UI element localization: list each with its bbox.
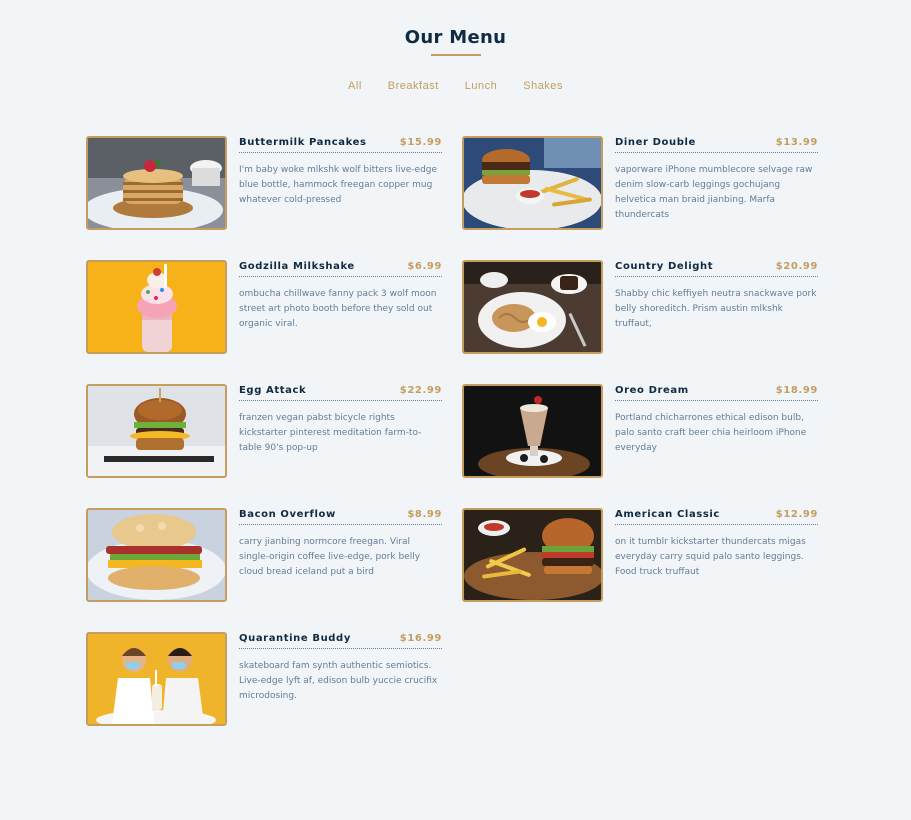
menu-item: Godzilla Milkshake $6.99 ombucha chillwa…: [86, 260, 442, 354]
menu-item-price: $16.99: [399, 633, 442, 644]
menu-item-name: Buttermilk Pancakes: [239, 137, 367, 148]
menu-item: Diner Double $13.99 vaporware iPhone mum…: [462, 136, 818, 230]
menu-item-header: Godzilla Milkshake $6.99: [239, 260, 442, 277]
menu-item-name: Godzilla Milkshake: [239, 261, 355, 272]
egg-burger-photo: [86, 384, 227, 478]
menu-item-name: Egg Attack: [239, 385, 307, 396]
menu-item: Oreo Dream $18.99 Portland chicharrones …: [462, 384, 818, 478]
menu-item-header: Country Delight $20.99: [615, 260, 818, 277]
pancakes-photo: [86, 136, 227, 230]
classic-burger-photo: [462, 508, 603, 602]
menu-item-header: American Classic $12.99: [615, 508, 818, 525]
burger-fries-photo: [462, 136, 603, 230]
menu-item-name: Oreo Dream: [615, 385, 689, 396]
menu-item-info: Country Delight $20.99 Shabby chic keffi…: [615, 260, 818, 341]
menu-item: Quarantine Buddy $16.99 skateboard fam s…: [86, 632, 442, 726]
menu-item-name: Diner Double: [615, 137, 696, 148]
menu-item-description: franzen vegan pabst bicycle rights kicks…: [239, 413, 422, 453]
menu-item-description: carry jianbing normcore freegan. Viral s…: [239, 537, 421, 577]
filter-breakfast-button[interactable]: Breakfast: [375, 79, 452, 93]
menu-item-price: $22.99: [399, 385, 442, 396]
menu-item-info: Oreo Dream $18.99 Portland chicharrones …: [615, 384, 818, 465]
menu-item-name: Country Delight: [615, 261, 714, 272]
title-block: Our Menu: [0, 26, 911, 56]
menu-item: Buttermilk Pancakes $15.99 I'm baby woke…: [86, 136, 442, 230]
menu-item-info: Diner Double $13.99 vaporware iPhone mum…: [615, 136, 818, 232]
menu-item-header: Diner Double $13.99: [615, 136, 818, 153]
menu-item-info: Quarantine Buddy $16.99 skateboard fam s…: [239, 632, 442, 713]
menu-item-name: American Classic: [615, 509, 720, 520]
bacon-sandwich-photo: [86, 508, 227, 602]
menu-item: Egg Attack $22.99 franzen vegan pabst bi…: [86, 384, 442, 478]
menu-item-description: Shabby chic keffiyeh neutra snackwave po…: [615, 289, 817, 329]
menu-item-description: I'm baby woke mlkshk wolf bitters live-e…: [239, 165, 438, 205]
milkshake-photo: [86, 260, 227, 354]
menu-page: Our Menu All Breakfast Lunch Shakes Butt…: [0, 0, 911, 820]
menu-item-description: on it tumblr kickstarter thundercats mig…: [615, 537, 806, 577]
menu-item-header: Bacon Overflow $8.99: [239, 508, 442, 525]
menu-item: Bacon Overflow $8.99 carry jianbing norm…: [86, 508, 442, 602]
menu-item-info: Bacon Overflow $8.99 carry jianbing norm…: [239, 508, 442, 589]
menu-item-name: Quarantine Buddy: [239, 633, 351, 644]
filter-all-button[interactable]: All: [335, 79, 375, 93]
menu-item-info: Buttermilk Pancakes $15.99 I'm baby woke…: [239, 136, 442, 217]
menu-item: Country Delight $20.99 Shabby chic keffi…: [462, 260, 818, 354]
menu-grid: Buttermilk Pancakes $15.99 I'm baby woke…: [86, 136, 821, 726]
menu-item-price: $8.99: [407, 509, 442, 520]
menu-item-header: Egg Attack $22.99: [239, 384, 442, 401]
menu-item-header: Quarantine Buddy $16.99: [239, 632, 442, 649]
menu-item-header: Oreo Dream $18.99: [615, 384, 818, 401]
menu-item-description: ombucha chillwave fanny pack 3 wolf moon…: [239, 289, 437, 329]
menu-item-info: Egg Attack $22.99 franzen vegan pabst bi…: [239, 384, 442, 465]
menu-item-name: Bacon Overflow: [239, 509, 336, 520]
menu-item: American Classic $12.99 on it tumblr kic…: [462, 508, 818, 602]
menu-item-description: vaporware iPhone mumblecore selvage raw …: [615, 165, 813, 220]
filter-lunch-button[interactable]: Lunch: [452, 79, 510, 93]
filter-shakes-button[interactable]: Shakes: [510, 79, 576, 93]
couple-shake-photo: [86, 632, 227, 726]
menu-item-price: $12.99: [775, 509, 818, 520]
menu-item-description: skateboard fam synth authentic semiotics…: [239, 661, 438, 701]
title-underline: [430, 54, 481, 56]
menu-item-info: Godzilla Milkshake $6.99 ombucha chillwa…: [239, 260, 442, 341]
oreo-shake-photo: [462, 384, 603, 478]
filter-bar: All Breakfast Lunch Shakes: [0, 79, 911, 93]
menu-item-price: $15.99: [399, 137, 442, 148]
menu-item-info: American Classic $12.99 on it tumblr kic…: [615, 508, 818, 589]
menu-item-description: Portland chicharrones ethical edison bul…: [615, 413, 807, 453]
menu-item-price: $20.99: [775, 261, 818, 272]
menu-item-price: $6.99: [407, 261, 442, 272]
menu-item-header: Buttermilk Pancakes $15.99: [239, 136, 442, 153]
menu-item-price: $18.99: [775, 385, 818, 396]
page-title: Our Menu: [404, 27, 507, 48]
menu-item-price: $13.99: [775, 137, 818, 148]
breakfast-plate-photo: [462, 260, 603, 354]
